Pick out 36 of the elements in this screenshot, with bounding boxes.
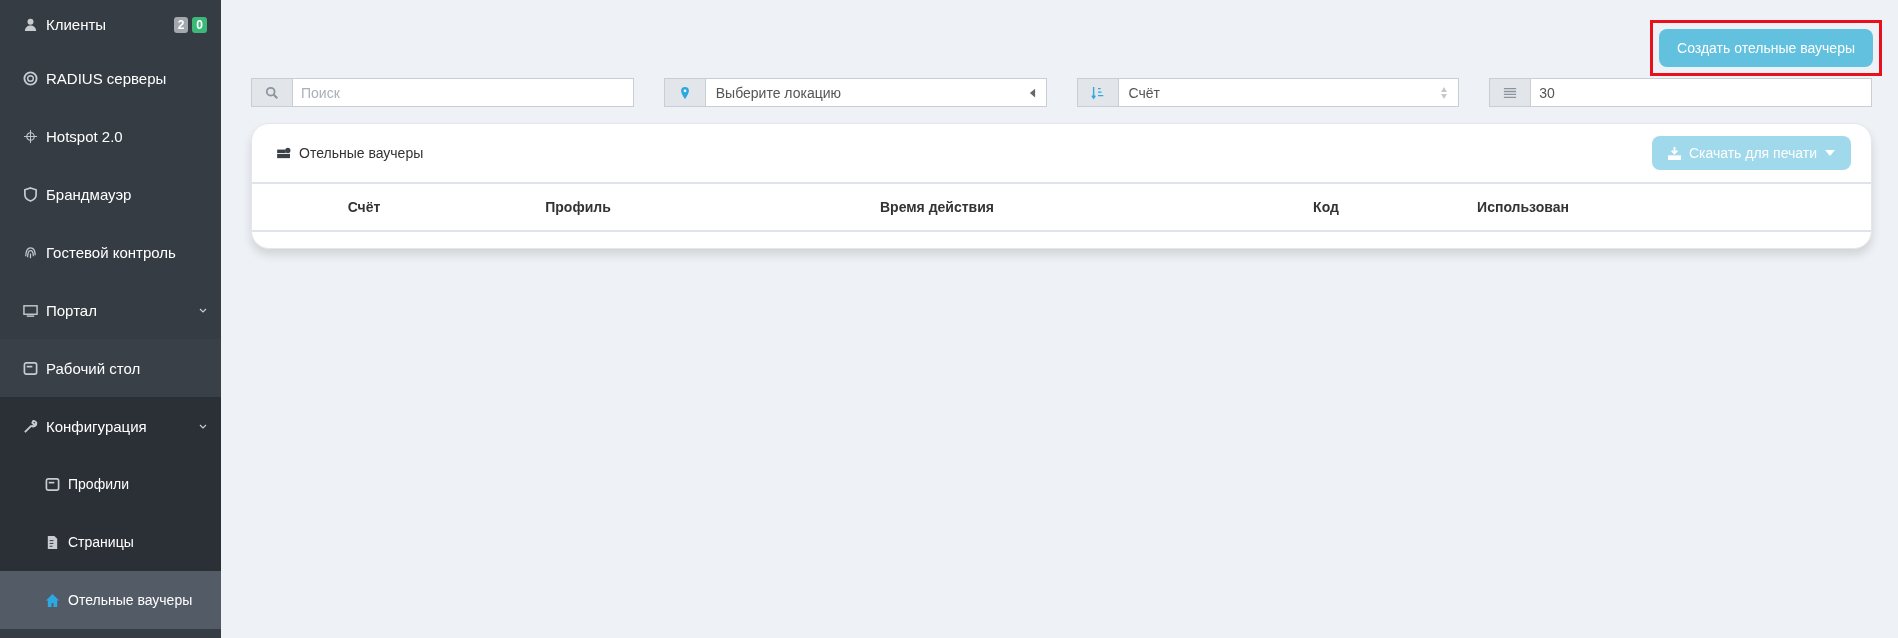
search-field[interactable]: Поиск <box>292 78 634 107</box>
sidebar-item[interactable]: Hotspot 2.0 <box>0 107 221 165</box>
crosshair-icon <box>23 128 38 144</box>
fingerprint-icon <box>23 244 38 260</box>
sidebar-item[interactable]: Страницы <box>0 513 221 571</box>
column-header: Код <box>1313 199 1339 215</box>
list-icon <box>1489 78 1531 107</box>
count-badge: 0 <box>192 16 207 33</box>
caret-icon <box>1825 150 1835 156</box>
page-size-field[interactable]: 30 <box>1530 78 1872 107</box>
sidebar-item[interactable]: Рабочий стол <box>0 339 221 397</box>
target-icon <box>23 70 38 86</box>
column-header: Использован <box>1477 199 1569 215</box>
document-icon <box>45 534 60 550</box>
card-title: Отельные ваучеры <box>299 145 425 161</box>
column-header: Профиль <box>545 199 611 215</box>
sidebar-item[interactable]: Конфигурация <box>0 397 221 455</box>
sidebar-item[interactable]: Профили <box>0 455 221 513</box>
sidebar-item[interactable]: Гостевой контроль <box>0 223 221 281</box>
shield-icon <box>23 186 38 202</box>
sidebar-item[interactable]: Отельные ваучеры <box>0 571 221 629</box>
sidebar-item[interactable]: RADIUS серверы <box>0 49 221 107</box>
sidebar-item[interactable]: Клиенты 2 0 <box>0 0 221 49</box>
monitor-icon <box>23 302 38 318</box>
sidebar-item[interactable]: Портал <box>0 281 221 339</box>
column-header: Время действия <box>880 199 994 215</box>
count-badge: 2 <box>173 16 189 33</box>
user-icon <box>23 17 38 32</box>
home-icon <box>45 592 60 608</box>
wrench-icon <box>23 418 38 434</box>
window-icon <box>45 476 60 492</box>
sidebar-item[interactable]: Брандмауэр <box>0 165 221 223</box>
window-icon <box>23 360 38 376</box>
column-header: Счёт <box>347 199 381 215</box>
search-icon <box>251 78 292 107</box>
download-icon <box>1667 146 1681 160</box>
